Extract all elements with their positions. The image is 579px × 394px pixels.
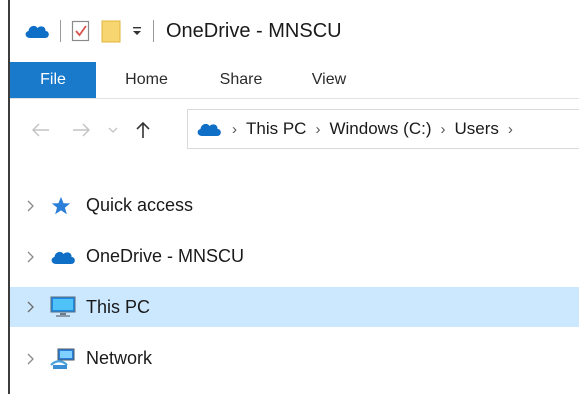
- tree-item-quick-access[interactable]: Quick access: [10, 180, 579, 231]
- breadcrumb-separator-icon[interactable]: ›: [315, 121, 320, 138]
- expand-chevron-icon[interactable]: [10, 251, 50, 263]
- breadcrumb-users[interactable]: Users: [454, 119, 498, 139]
- tree-item-label: This PC: [86, 296, 151, 317]
- title-bar: OneDrive - MNSCU: [10, 0, 579, 62]
- expand-chevron-icon[interactable]: [10, 200, 50, 212]
- tree-item-onedrive[interactable]: OneDrive - MNSCU: [10, 231, 579, 282]
- navigation-pane: Quick access OneDrive - MNSCU This PC Ne…: [10, 180, 579, 384]
- ribbon-tabs: File Home Share View: [10, 62, 579, 99]
- up-arrow-icon[interactable]: [136, 110, 150, 150]
- recent-locations-chevron-icon[interactable]: [108, 110, 118, 150]
- window-left-edge: [0, 0, 10, 394]
- navigation-bar: › This PC › Windows (C:) › Users ›: [10, 99, 579, 161]
- expand-chevron-icon[interactable]: [10, 301, 50, 313]
- new-folder-icon[interactable]: [101, 19, 121, 43]
- tab-share[interactable]: Share: [197, 62, 285, 98]
- tree-item-this-pc[interactable]: This PC: [10, 287, 579, 327]
- onedrive-cloud-icon: [24, 23, 50, 39]
- breadcrumb-windows-c[interactable]: Windows (C:): [329, 119, 431, 139]
- title-separator: [153, 20, 154, 42]
- customize-toolbar-dropdown-icon[interactable]: [131, 25, 143, 37]
- tab-home[interactable]: Home: [96, 62, 197, 98]
- tree-item-label: OneDrive - MNSCU: [86, 246, 245, 266]
- address-onedrive-cloud-icon: [196, 121, 222, 137]
- tree-item-label: Network: [86, 348, 153, 368]
- computer-icon: [50, 296, 86, 318]
- cloud-icon: [50, 249, 86, 265]
- breadcrumb-separator-icon[interactable]: ›: [440, 121, 445, 138]
- tab-view[interactable]: View: [285, 62, 373, 98]
- address-bar[interactable]: › This PC › Windows (C:) › Users ›: [187, 109, 579, 149]
- properties-icon[interactable]: [71, 20, 91, 42]
- tab-file[interactable]: File: [10, 62, 96, 98]
- back-arrow-icon[interactable]: [32, 110, 50, 150]
- file-explorer-window: OneDrive - MNSCU File Home Share View › …: [0, 0, 579, 394]
- tree-item-network[interactable]: Network: [10, 333, 579, 384]
- network-icon: [50, 348, 86, 370]
- star-icon: [50, 195, 86, 217]
- breadcrumb-separator-icon[interactable]: ›: [508, 121, 513, 138]
- expand-chevron-icon[interactable]: [10, 353, 50, 365]
- breadcrumb-this-pc[interactable]: This PC: [246, 119, 306, 139]
- forward-arrow-icon[interactable]: [72, 110, 90, 150]
- window-title: OneDrive - MNSCU: [166, 19, 342, 42]
- breadcrumb-separator-icon[interactable]: ›: [232, 121, 237, 138]
- tree-item-label: Quick access: [86, 195, 194, 215]
- quick-access-separator: [60, 20, 61, 42]
